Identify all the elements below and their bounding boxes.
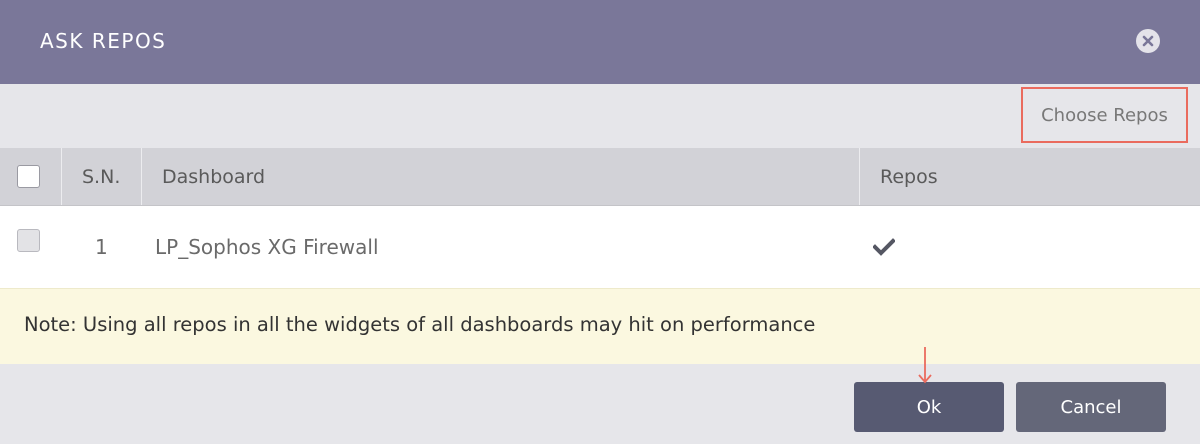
cancel-button[interactable]: Cancel [1016,382,1166,432]
row-checkbox[interactable] [17,229,40,252]
performance-note: Note: Using all repos in all the widgets… [0,288,1200,364]
column-divider [61,148,62,205]
table-row[interactable]: 1 LP_Sophos XG Firewall [0,206,1200,288]
checkmark-icon [873,206,895,288]
row-dashboard-name: LP_Sophos XG Firewall [155,235,379,259]
choose-repos-button[interactable]: Choose Repos [1021,87,1188,143]
column-divider [141,148,142,205]
note-text: Note: Using all repos in all the widgets… [24,313,816,336]
close-icon[interactable] [1136,29,1160,53]
table-header: S.N. Dashboard Repos [0,148,1200,206]
dialog-header: ASK REPOS [0,0,1200,84]
column-header-dashboard[interactable]: Dashboard [162,148,265,205]
toolbar: Choose Repos [0,84,1200,148]
select-all-checkbox[interactable] [17,165,40,188]
ok-button[interactable]: Ok [854,382,1004,432]
dialog-footer: Ok Cancel [0,364,1200,444]
column-divider [859,148,860,205]
row-sn: 1 [95,235,108,259]
dialog-title: ASK REPOS [40,29,167,53]
column-header-repos[interactable]: Repos [880,148,938,205]
arrow-down-icon [918,347,932,384]
column-header-sn[interactable]: S.N. [82,148,120,205]
